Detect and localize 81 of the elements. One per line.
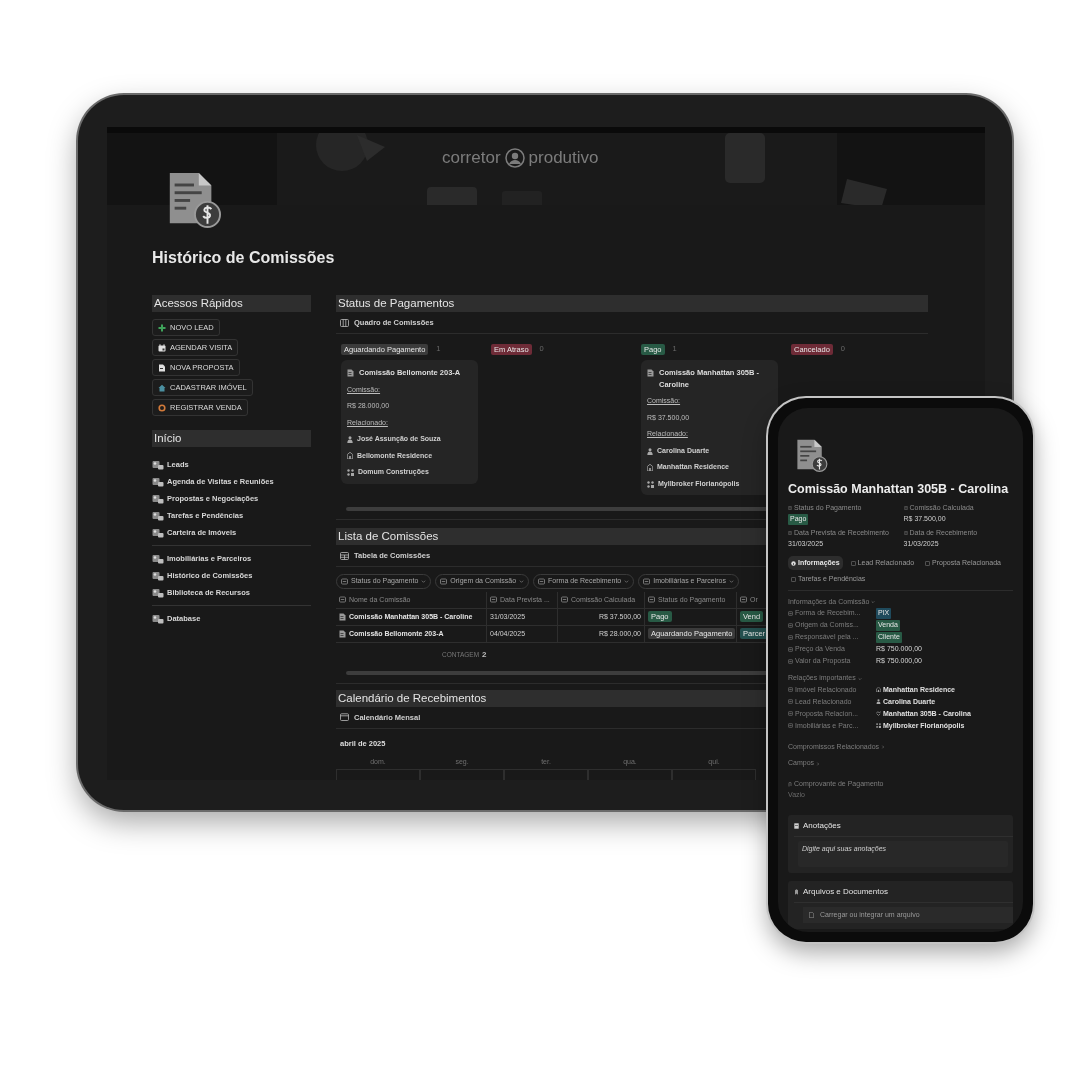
person-icon [647, 447, 653, 455]
table-icon [340, 551, 349, 560]
page-icon [152, 459, 164, 470]
property-icon [788, 634, 793, 640]
property-icon [903, 531, 908, 535]
calendar-icon [340, 713, 349, 722]
property-icon [339, 596, 346, 604]
plus-icon [158, 323, 166, 332]
property-icon [643, 578, 651, 585]
chevron-down-icon [624, 579, 630, 584]
property-icon [788, 646, 793, 652]
network-icon [347, 468, 354, 476]
chevron-down-icon [519, 579, 525, 584]
page-icon [339, 629, 346, 638]
property-icon [788, 699, 793, 705]
page-icon [152, 587, 164, 598]
card-title: Arquivos e Documentos [803, 885, 888, 898]
section-heading: Lista de Comissões [336, 528, 768, 546]
info-icon [791, 560, 796, 566]
property-icon [788, 610, 793, 616]
property-icon [440, 578, 448, 585]
calendar-icon [158, 343, 166, 352]
card-title: Anotações [803, 819, 841, 832]
chevron-down-icon [421, 579, 427, 584]
section-heading: Início [152, 430, 311, 447]
property-icon [791, 577, 796, 582]
page-icon [152, 493, 164, 504]
property-icon [788, 711, 793, 717]
property-icon [925, 560, 931, 566]
property-icon [740, 596, 747, 604]
building-icon [647, 464, 653, 471]
building-icon [876, 687, 881, 693]
network-icon [876, 723, 881, 729]
page-icon [152, 527, 164, 538]
property-icon [788, 687, 793, 693]
avatar-icon [504, 147, 525, 168]
property-icon [341, 578, 348, 585]
page-icon [347, 369, 354, 377]
section-heading: Calendário de Recebimentos [336, 689, 768, 707]
section-heading: Status de Pagamentos [336, 295, 928, 312]
chevron-right-icon [816, 761, 821, 766]
board-icon [340, 318, 349, 327]
count-value: 2 [482, 649, 487, 659]
person-icon [876, 699, 881, 705]
page-icon [152, 570, 164, 581]
property-icon [538, 578, 546, 585]
property-icon [788, 658, 793, 664]
house-icon [158, 383, 166, 392]
page-title: Comissão Manhattan 305B - Carolina [788, 481, 1010, 498]
logo-text: produtivo [528, 147, 599, 169]
section-heading: Acessos Rápidos [152, 295, 311, 312]
page-icon [647, 369, 654, 377]
property-icon [788, 622, 793, 628]
paperclip-icon [788, 781, 792, 787]
ring-icon [158, 403, 166, 412]
network-icon [647, 480, 654, 488]
property-icon [788, 531, 792, 535]
property-icon [648, 596, 655, 604]
document-dollar-icon [794, 438, 828, 472]
scrollbar[interactable] [346, 507, 768, 512]
logo-text: corretor [442, 147, 501, 169]
property-icon [903, 506, 908, 510]
scrollbar[interactable] [346, 670, 768, 675]
page-icon [339, 612, 346, 621]
page-icon [152, 553, 164, 564]
building-icon [347, 452, 353, 460]
property-icon [788, 506, 792, 510]
property-icon [850, 560, 856, 566]
page-icon [152, 476, 164, 487]
page-title: Histórico de Comissões [152, 248, 336, 268]
file-icon [809, 912, 814, 918]
page-icon [152, 613, 164, 624]
chevron-down-icon [729, 579, 734, 584]
notepad-icon [794, 822, 799, 829]
property-icon [788, 723, 793, 729]
page-icon [152, 510, 164, 521]
property-icon [561, 596, 568, 604]
chevron-down-icon [857, 676, 862, 681]
property-icon [490, 596, 497, 604]
person-icon [347, 435, 353, 443]
document-icon [158, 363, 166, 372]
